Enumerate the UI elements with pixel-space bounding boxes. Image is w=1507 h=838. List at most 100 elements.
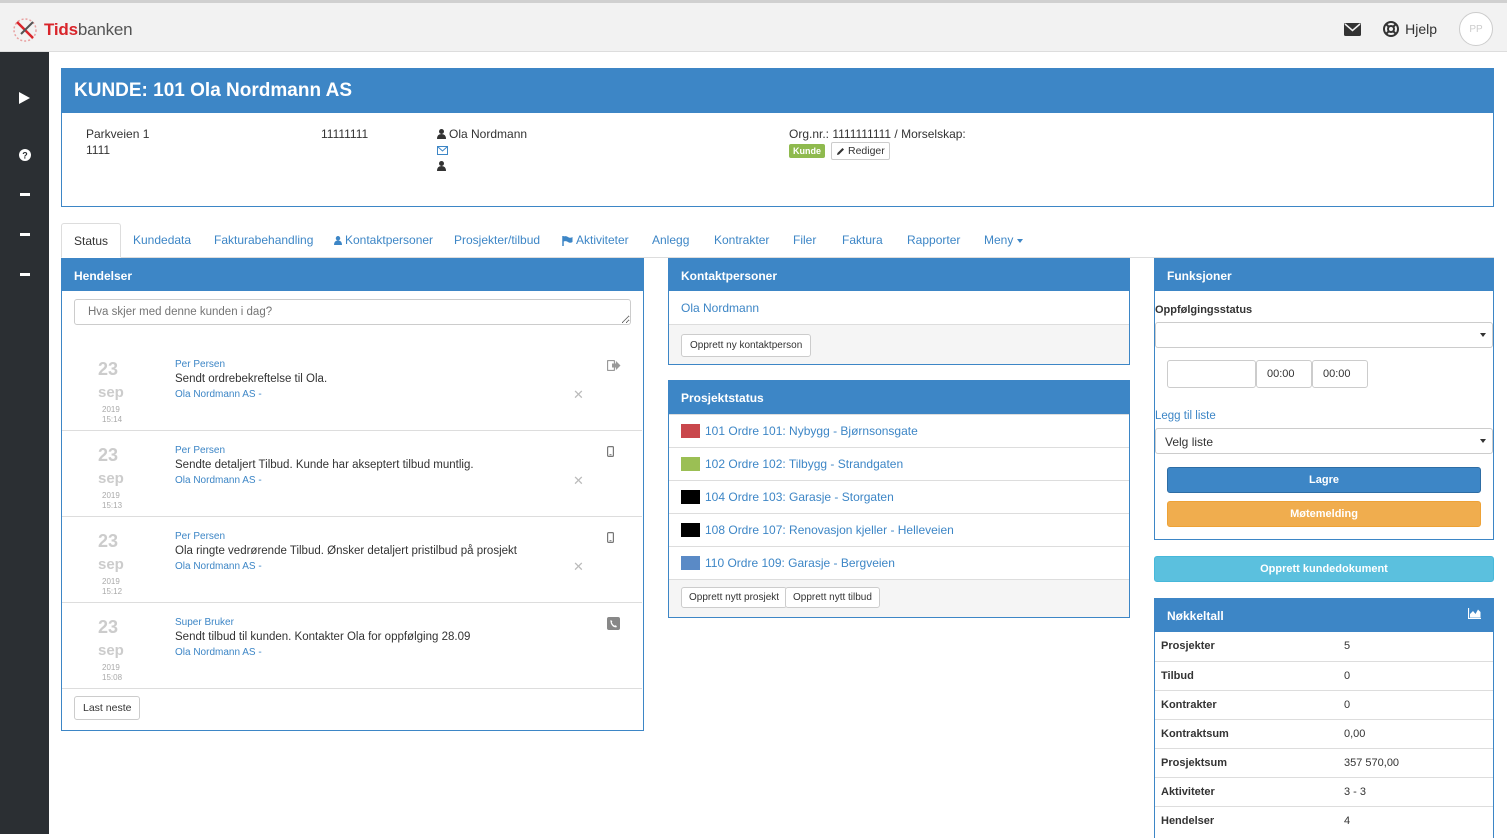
project-row[interactable]: 101 Ordre 101: Nybygg - Bjørnsonsgate [669,414,1129,447]
time-to-input[interactable]: 00:00 [1312,360,1368,388]
logo[interactable]: Tidsbanken [12,17,133,43]
kpi-row: Prosjekter 5 [1155,632,1493,661]
tab-meny[interactable]: Meny [984,223,1024,258]
event-text: Ola ringte vedrørende Tilbud. Ønsker det… [175,545,517,557]
kpi-value: 4 [1344,815,1351,827]
projects-panel: Prosjektstatus 101 Ordre 101: Nybygg - B… [668,380,1130,618]
avatar[interactable]: PP [1459,12,1493,46]
new-project-button[interactable]: Opprett nytt prosjekt [681,587,788,608]
tab-kontaktpersoner-label: Kontaktpersoner [345,233,434,247]
new-offer-button[interactable]: Opprett nytt tilbud [785,587,880,608]
tab-prosjekter[interactable]: Prosjekter/tilbud [454,223,540,258]
tab-kontrakter[interactable]: Kontrakter [714,223,769,258]
tidsbanken-logo-icon [13,18,37,42]
tab-anlegg[interactable]: Anlegg [652,223,689,258]
sidebar-item-2[interactable] [0,233,49,236]
meeting-notice-button[interactable]: Møtemelding [1167,501,1481,527]
event-customer[interactable]: Ola Nordmann AS - [175,389,262,400]
add-list-label[interactable]: Legg til liste [1155,410,1216,422]
event-time: 15:12 [102,587,123,596]
kpi-value: 0 [1344,699,1351,711]
contact-name: Ola Nordmann [449,127,528,141]
tab-aktiviteter[interactable]: Aktiviteter [562,223,629,258]
delete-event-icon[interactable]: ✕ [573,473,584,489]
lifebuoy-icon [1383,21,1400,37]
expand-sidebar-icon[interactable] [0,92,49,104]
question-icon[interactable]: ? [0,149,49,161]
project-link[interactable]: 102 Ordre 102: Tilbygg - Strandgaten [705,457,903,471]
event-user[interactable]: Per Persen [175,359,225,370]
save-button[interactable]: Lagre [1167,467,1481,493]
kpi-label: Prosjekter [1161,640,1215,652]
project-link[interactable]: 108 Ordre 107: Renovasjon kjeller - Hell… [705,523,954,537]
caret-down-icon [1480,439,1486,443]
project-row[interactable]: 102 Ordre 102: Tilbygg - Strandgaten [669,447,1129,480]
tab-rapporter[interactable]: Rapporter [907,223,960,258]
event-text: Sendte detaljert Tilbud. Kunde har aksep… [175,459,474,471]
event-user[interactable]: Per Persen [175,531,225,542]
event-item: 23 sep 2019 15:14 Per Persen Sendt ordre… [62,345,642,431]
load-more-button[interactable]: Last neste [74,696,141,720]
list-select[interactable]: Velg liste [1155,428,1493,454]
project-row[interactable]: 110 Ordre 109: Garasje - Bergveien [669,546,1129,579]
followup-status-select[interactable] [1155,322,1493,348]
project-color-swatch [681,424,700,438]
edit-label: Rediger [848,145,885,157]
delete-event-icon[interactable]: ✕ [573,559,584,575]
email-icon[interactable] [437,144,448,158]
kpi-value: 3 - 3 [1344,786,1367,798]
kpi-label: Aktiviteter [1161,786,1215,798]
event-customer[interactable]: Ola Nordmann AS - [175,561,262,572]
left-sidebar: ? [0,52,49,834]
event-month: sep [98,470,124,487]
contacts-panel-title: Kontaktpersoner [669,259,1129,291]
project-link[interactable]: 104 Ordre 103: Garasje - Storgaten [705,490,894,504]
contact-link[interactable]: Ola Nordmann [681,301,759,315]
functions-panel-title: Funksjoner [1155,259,1493,291]
event-customer[interactable]: Ola Nordmann AS - [175,475,262,486]
kpi-value: 0 [1344,670,1351,682]
contacts-panel: Kontaktpersoner Ola Nordmann Opprett ny … [668,258,1130,365]
events-panel-title: Hendelser [62,259,643,291]
event-month: sep [98,642,124,659]
sidebar-item-1[interactable] [0,193,49,196]
delete-event-icon[interactable]: ✕ [573,387,584,403]
project-link[interactable]: 101 Ordre 101: Nybygg - Bjørnsonsgate [705,424,918,438]
tab-faktura[interactable]: Faktura [842,223,883,258]
create-customer-document-button[interactable]: Opprett kundedokument [1154,556,1494,582]
kpi-row: Kontrakter 0 [1155,690,1493,719]
tab-kontaktpersoner[interactable]: Kontaktpersoner [334,223,433,258]
tab-aktiviteter-label: Aktiviteter [576,233,629,247]
event-input[interactable] [74,299,631,325]
area-chart-icon[interactable] [1468,608,1481,619]
envelope-icon[interactable] [1344,22,1362,36]
tab-meny-label: Meny [984,233,1014,247]
project-row[interactable]: 104 Ordre 103: Garasje - Storgaten [669,480,1129,513]
event-day: 23 [98,445,119,465]
tab-status[interactable]: Status [61,223,122,258]
project-row[interactable]: 108 Ordre 107: Renovasjon kjeller - Hell… [669,513,1129,546]
kpi-label: Kontrakter [1161,699,1217,711]
kpi-label: Prosjektsum [1161,757,1228,769]
project-color-swatch [681,457,700,471]
event-user[interactable]: Super Bruker [175,617,234,628]
event-user[interactable]: Per Persen [175,445,225,456]
event-item: 23 sep 2019 15:08 Super Bruker Sendt til… [62,603,642,689]
event-item: 23 sep 2019 15:12 Per Persen Ola ringte … [62,517,642,603]
project-link[interactable]: 110 Ordre 109: Garasje - Bergveien [705,556,895,570]
tab-kundedata[interactable]: Kundedata [133,223,191,258]
main-content: KUNDE: 101 Ola Nordmann AS Parkveien 1 1… [49,52,1507,838]
time-from-input[interactable]: 00:00 [1256,360,1312,388]
help-link[interactable]: Hjelp [1383,21,1437,37]
kpi-row: Kontraktsum 0,00 [1155,719,1493,748]
kpi-row: Prosjektsum 357 570,00 [1155,748,1493,777]
sidebar-item-3[interactable] [0,273,49,276]
edit-button[interactable]: Rediger [831,142,890,160]
event-customer[interactable]: Ola Nordmann AS - [175,647,262,658]
followup-date-input[interactable] [1167,360,1256,388]
tab-fakturabehandling[interactable]: Fakturabehandling [214,223,313,258]
event-day: 23 [98,617,119,637]
tab-filer[interactable]: Filer [793,223,816,258]
new-contact-button[interactable]: Opprett ny kontaktperson [681,334,812,357]
customer-badge: Kunde [789,144,825,158]
